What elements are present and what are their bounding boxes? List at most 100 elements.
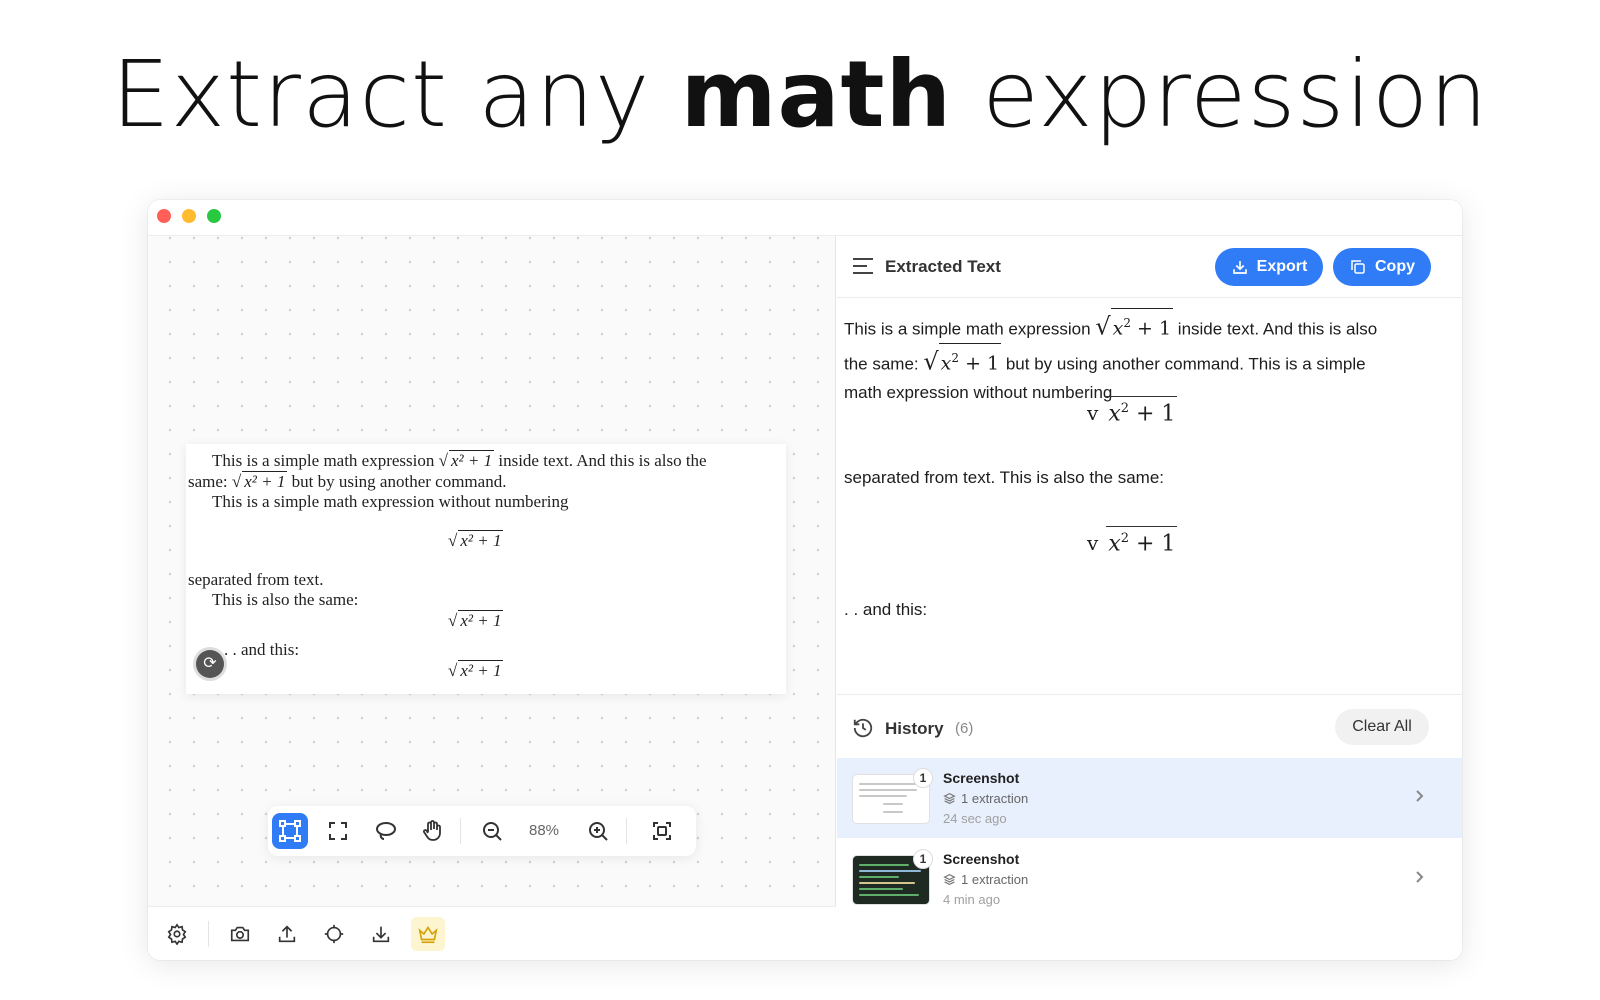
inline-math: x2 + 1 (1110, 308, 1174, 342)
math-var: x (1112, 317, 1124, 340)
history-title: History (885, 719, 944, 738)
export-label: Export (1256, 258, 1308, 275)
settings-icon (167, 923, 187, 945)
doc-text: This is a simple math expression (212, 451, 439, 470)
text-span: This is a simple math expression (844, 319, 1096, 339)
title-bar (148, 200, 1462, 236)
math-var: x (1108, 531, 1121, 557)
math-sup: 2 (1120, 401, 1130, 416)
chevron-right-icon (1416, 790, 1424, 802)
fullscreen-select-icon (329, 822, 347, 840)
premium-button[interactable] (411, 917, 445, 951)
history-item-extractions: 1 extraction (943, 872, 1028, 887)
doc-sqrt: x² + 1 (448, 450, 495, 470)
headline: Extract any math expression (0, 40, 1600, 150)
math-body: x2 + 1 (1106, 396, 1178, 427)
extracted-line-2: the same: √ x2 + 1 but by using another c… (844, 343, 1444, 378)
math-var: x (1108, 401, 1121, 427)
math-tail: + 1 (1130, 317, 1172, 340)
zoom-in-icon (589, 822, 608, 841)
doc-sqrt: x² + 1 (242, 471, 288, 491)
zoom-out-icon (483, 822, 502, 841)
image-canvas[interactable]: This is a simple math expression √ x² + 1… (148, 236, 836, 960)
camera-icon (230, 926, 250, 942)
capture-button[interactable] (223, 917, 257, 951)
extracted-line-4: separated from text. This is also the sa… (844, 468, 1164, 487)
doc-line-1: This is a simple math expression √ x² + 1… (212, 450, 707, 470)
headline-bold: math (680, 41, 953, 148)
chevron-right-icon (1416, 871, 1424, 883)
rotate-handle-icon[interactable]: ⟳ (196, 650, 224, 678)
text-span: inside text. And this is also (1173, 319, 1378, 339)
history-count: (6) (955, 720, 974, 737)
history-item-extractions: 1 extraction (943, 791, 1028, 806)
headline-part2: expression (952, 41, 1489, 148)
layers-icon (943, 873, 956, 886)
doc-line-4: separated from text. (188, 570, 324, 589)
display-math-1: v x2 + 1 (1087, 396, 1178, 427)
text-span: but by using another command. This is a … (1001, 354, 1366, 374)
history-item[interactable]: 1 Screenshot 1 extraction 24 sec ago (837, 758, 1462, 838)
upload-icon (278, 925, 296, 943)
extraction-count-badge: 1 (913, 849, 933, 869)
hand-icon (423, 820, 441, 841)
math-tail: + 1 (1129, 401, 1176, 427)
select-region-tool[interactable] (272, 813, 308, 849)
headline-part1: Extract any (111, 41, 681, 148)
close-window-button[interactable] (157, 209, 171, 223)
fit-screen-button[interactable] (644, 813, 680, 849)
clear-all-button[interactable]: Clear All (1335, 709, 1429, 745)
doc-equation-3: √ x² + 1 (448, 660, 504, 680)
doc-equation-2: √ x² + 1 (448, 610, 504, 630)
zoom-level: 88% (528, 822, 560, 839)
doc-text: but by using another command. (287, 472, 507, 491)
history-item[interactable]: 1 Screenshot 1 extraction 4 min ago (837, 839, 1462, 919)
math-sup: 2 (1120, 531, 1130, 546)
math-tail: + 1 (1129, 531, 1176, 557)
layers-icon (943, 792, 956, 805)
canvas-toolbar: 88% (268, 806, 696, 856)
settings-button[interactable] (160, 917, 194, 951)
zoom-out-button[interactable] (474, 813, 510, 849)
download-icon (372, 926, 390, 943)
lasso-icon (376, 822, 396, 840)
upload-button[interactable] (270, 917, 304, 951)
zoom-in-button[interactable] (580, 813, 616, 849)
download-icon (1232, 261, 1247, 274)
extracted-text-panel: Extracted Text Export Copy This is a sim… (837, 236, 1462, 960)
doc-text: inside text. And this is also the (494, 451, 707, 470)
target-button[interactable] (317, 917, 351, 951)
extracted-text[interactable]: This is a simple math expression √ x2 + 1… (844, 308, 1444, 407)
hand-tool[interactable] (414, 813, 450, 849)
math-sup: 2 (951, 351, 960, 366)
bottom-bar (148, 906, 836, 960)
app-window: This is a simple math expression √ x² + 1… (148, 200, 1462, 960)
math-v: v (1087, 401, 1099, 426)
extractions-label: 1 extraction (961, 872, 1029, 887)
doc-sqrt: x² + 1 (458, 530, 504, 550)
minimize-window-button[interactable] (182, 209, 196, 223)
menu-icon[interactable] (852, 256, 874, 276)
source-document-image: This is a simple math expression √ x² + 1… (186, 444, 786, 694)
inline-math: x2 + 1 (938, 343, 1002, 377)
history-header: History (6) Clear All (837, 694, 1462, 758)
history-icon (853, 718, 873, 738)
download-button[interactable] (364, 917, 398, 951)
export-button[interactable]: Export (1215, 248, 1323, 286)
text-span: the same: (844, 354, 924, 374)
extracted-line-1: This is a simple math expression √ x2 + 1… (844, 308, 1444, 343)
lasso-tool[interactable] (368, 813, 404, 849)
toolbar-divider (460, 818, 461, 844)
doc-sqrt: x² + 1 (458, 660, 504, 680)
panel-title: Extracted Text (885, 257, 1001, 276)
crown-icon (418, 926, 438, 944)
doc-equation-1: √ x² + 1 (448, 530, 504, 550)
copy-label: Copy (1375, 258, 1415, 275)
fullscreen-select-tool[interactable] (320, 813, 356, 849)
bottom-divider (208, 921, 209, 947)
math-v: v (1087, 531, 1099, 556)
math-tail: + 1 (959, 352, 1000, 375)
maximize-window-button[interactable] (207, 209, 221, 223)
doc-sqrt: x² + 1 (458, 610, 504, 630)
copy-button[interactable]: Copy (1333, 248, 1431, 286)
